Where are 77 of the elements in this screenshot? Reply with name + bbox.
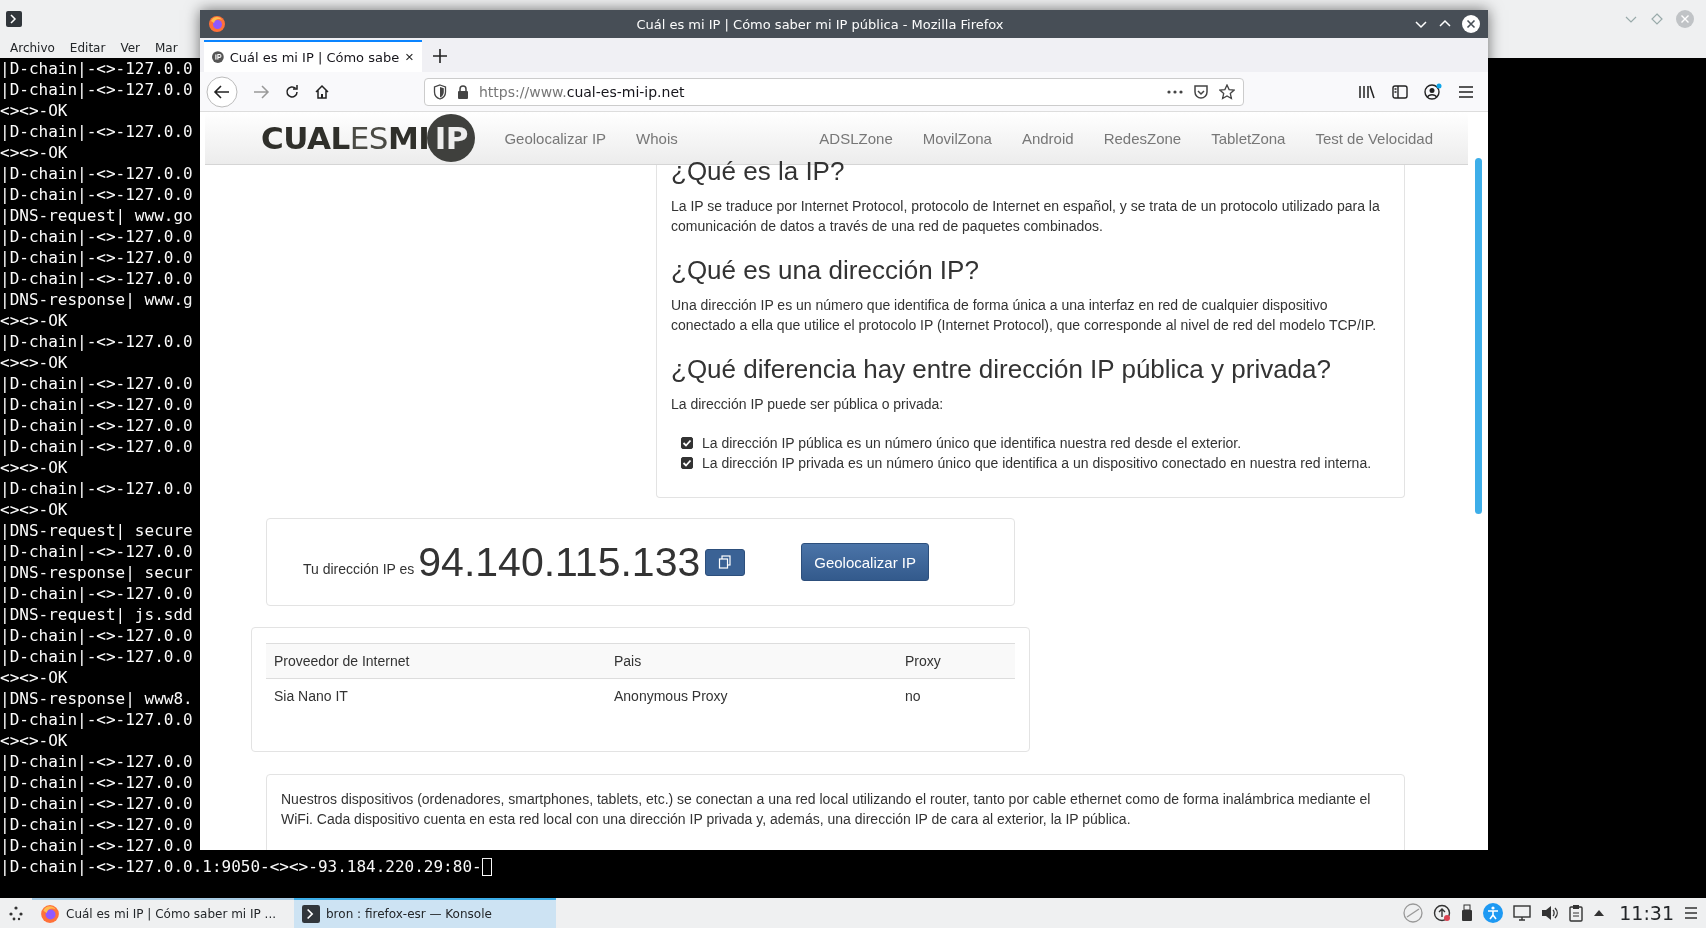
window-title: Cuál es mi IP | Cómo saber mi IP pública - Mozilla Firefox [635, 16, 1005, 32]
column-header: Proveedor de Internet [273, 652, 411, 671]
address-bar[interactable]: https://www.cual-es-mi-ip.net [424, 77, 1244, 106]
nav-link[interactable]: MovilZona [922, 129, 992, 147]
terminal-line: <><>-OK [0, 352, 68, 373]
terminal-line: |D-chain|-<>-127.0.0 [0, 835, 193, 856]
section-heading: ¿Qué es una dirección IP? [671, 255, 980, 285]
checklist-text: La dirección IP pública es un número único que identifica nuestra red desde el exterior. [702, 435, 1242, 451]
site-logo[interactable]: CUALESMI IP [261, 114, 476, 162]
nav-link[interactable]: RedesZone [1103, 129, 1182, 147]
nav-link[interactable]: Test de Velocidad [1315, 129, 1433, 147]
taskbar-task[interactable]: bron : firefox-esr — Konsole [294, 898, 556, 928]
paragraph: Una dirección IP es un número que identifica de forma única a una interfaz en red de cualquier dispositivo conectado a ella que utilice el protocolo IP (Internet Protocol), que corresponde al nivel de red del modelo TCP/IP. [671, 296, 1378, 335]
url-text: https://www.cual-es-mi-ip.net [479, 83, 686, 100]
terminal-line: |D-chain|-<>-127.0.0.1:9050-<><>-93.184.220.29:80- [0, 856, 482, 877]
menu-item[interactable]: Archivo [10, 40, 55, 55]
section-heading: ¿Qué es la IP? [671, 156, 846, 186]
terminal-line: |D-chain|-<>-127.0.0 [0, 625, 193, 646]
terminal-line: <><>-OK [0, 667, 68, 688]
paragraph: La dirección IP puede ser pública o privada: [671, 395, 945, 414]
terminal-line: |D-chain|-<>-127.0.0 [0, 247, 193, 268]
terminal-line: |D-chain|-<>-127.0.0 [0, 814, 193, 835]
terminal-line: |D-chain|-<>-127.0.0 [0, 226, 193, 247]
terminal-line: |D-chain|-<>-127.0.0 [0, 583, 193, 604]
terminal-line: |D-chain|-<>-127.0.0 [0, 646, 193, 667]
terminal-line: |DNS-response| www.g [0, 289, 193, 310]
nav-link[interactable]: Android [1021, 129, 1074, 147]
nav-link[interactable]: ADSLZone [819, 129, 893, 147]
terminal-line: |DNS-response| secur [0, 562, 193, 583]
clock[interactable]: 11:31 [1619, 902, 1674, 924]
table-cell-text: no [904, 687, 922, 706]
ip-address: 94.140.115.133 [418, 538, 701, 586]
terminal-line: |D-chain|-<>-127.0.0 [0, 79, 193, 100]
terminal-line: |DNS-response| www8. [0, 688, 193, 709]
terminal-line: |DNS-request| secure [0, 520, 193, 541]
nav-link[interactable]: TabletZona [1211, 129, 1286, 147]
checklist-text: La dirección IP privada es un número único que identifica a un dispositivo conectado en nuestra red interna. [702, 455, 1372, 471]
terminal-line: |D-chain|-<>-127.0.0 [0, 415, 193, 436]
nav-link[interactable]: Whois [636, 129, 678, 147]
terminal-line: <><>-OK [0, 310, 68, 331]
terminal-line: |D-chain|-<>-127.0.0 [0, 751, 193, 772]
terminal-line: <><>-OK [0, 730, 68, 751]
terminal-line: |D-chain|-<>-127.0.0 [0, 793, 193, 814]
terminal-line: |D-chain|-<>-127.0.0 [0, 541, 193, 562]
menu-item[interactable]: Mar [155, 40, 178, 55]
terminal-line: |D-chain|-<>-127.0.0 [0, 436, 193, 457]
column-header: Pais [613, 652, 643, 671]
terminal-line: |D-chain|-<>-127.0.0 [0, 478, 193, 499]
terminal-line: <><>-OK [0, 100, 68, 121]
terminal-line: <><>-OK [0, 142, 68, 163]
menu-item[interactable]: Ver [120, 40, 140, 55]
taskbar-task[interactable]: Cuál es mi IP | Cómo saber mi IP ... [32, 898, 294, 928]
terminal-line: |D-chain|-<>-127.0.0 [0, 163, 193, 184]
section-heading: ¿Qué diferencia hay entre dirección IP pública y privada? [671, 354, 1332, 384]
terminal-line: |D-chain|-<>-127.0.0 [0, 394, 193, 415]
table-cell-text: Sia Nano IT [273, 687, 349, 706]
terminal-line: |D-chain|-<>-127.0.0 [0, 58, 193, 79]
nav-link[interactable]: Geolocalizar IP [504, 129, 607, 147]
terminal-line: |D-chain|-<>-127.0.0 [0, 373, 193, 394]
terminal-line: <><>-OK [0, 457, 68, 478]
paragraph: La IP se traduce por Internet Protocol, protocolo de Internet en español, y se trata de un protocolo utilizado para la comunicación de datos a través de una red de paquetes combinados. [671, 197, 1381, 236]
terminal-line: <><>-OK [0, 499, 68, 520]
terminal-line: |D-chain|-<>-127.0.0 [0, 772, 193, 793]
terminal-line: |D-chain|-<>-127.0.0 [0, 121, 193, 142]
terminal-line: |D-chain|-<>-127.0.0 [0, 184, 193, 205]
paragraph: Nuestros dispositivos (ordenadores, smartphones, tablets, etc.) se conectan a una red local utilizando el router, tanto por cable ethernet como de forma inalámbrica mediante el WiFi. Cada dispositivo cuenta en esta red local con una dirección IP privada y, además, una dirección IP de cara al exterior, la IP pública. [281, 790, 1372, 829]
terminal-line: |DNS-request| www.go [0, 205, 193, 226]
ip-label: Tu dirección IP es [303, 561, 415, 577]
terminal-line: |D-chain|-<>-127.0.0 [0, 268, 193, 289]
geolocate-button[interactable]: Geolocalizar IP [801, 543, 929, 581]
column-header: Proxy [904, 652, 942, 671]
table-cell-text: Anonymous Proxy [613, 687, 729, 706]
terminal-line: |D-chain|-<>-127.0.0 [0, 331, 193, 352]
browser-tab[interactable]: Cuál es mi IP | Cómo sabe [204, 40, 422, 72]
terminal-line: |D-chain|-<>-127.0.0 [0, 709, 193, 730]
terminal-line: |DNS-request| js.sdd [0, 604, 193, 625]
menu-item[interactable]: Editar [69, 40, 106, 55]
